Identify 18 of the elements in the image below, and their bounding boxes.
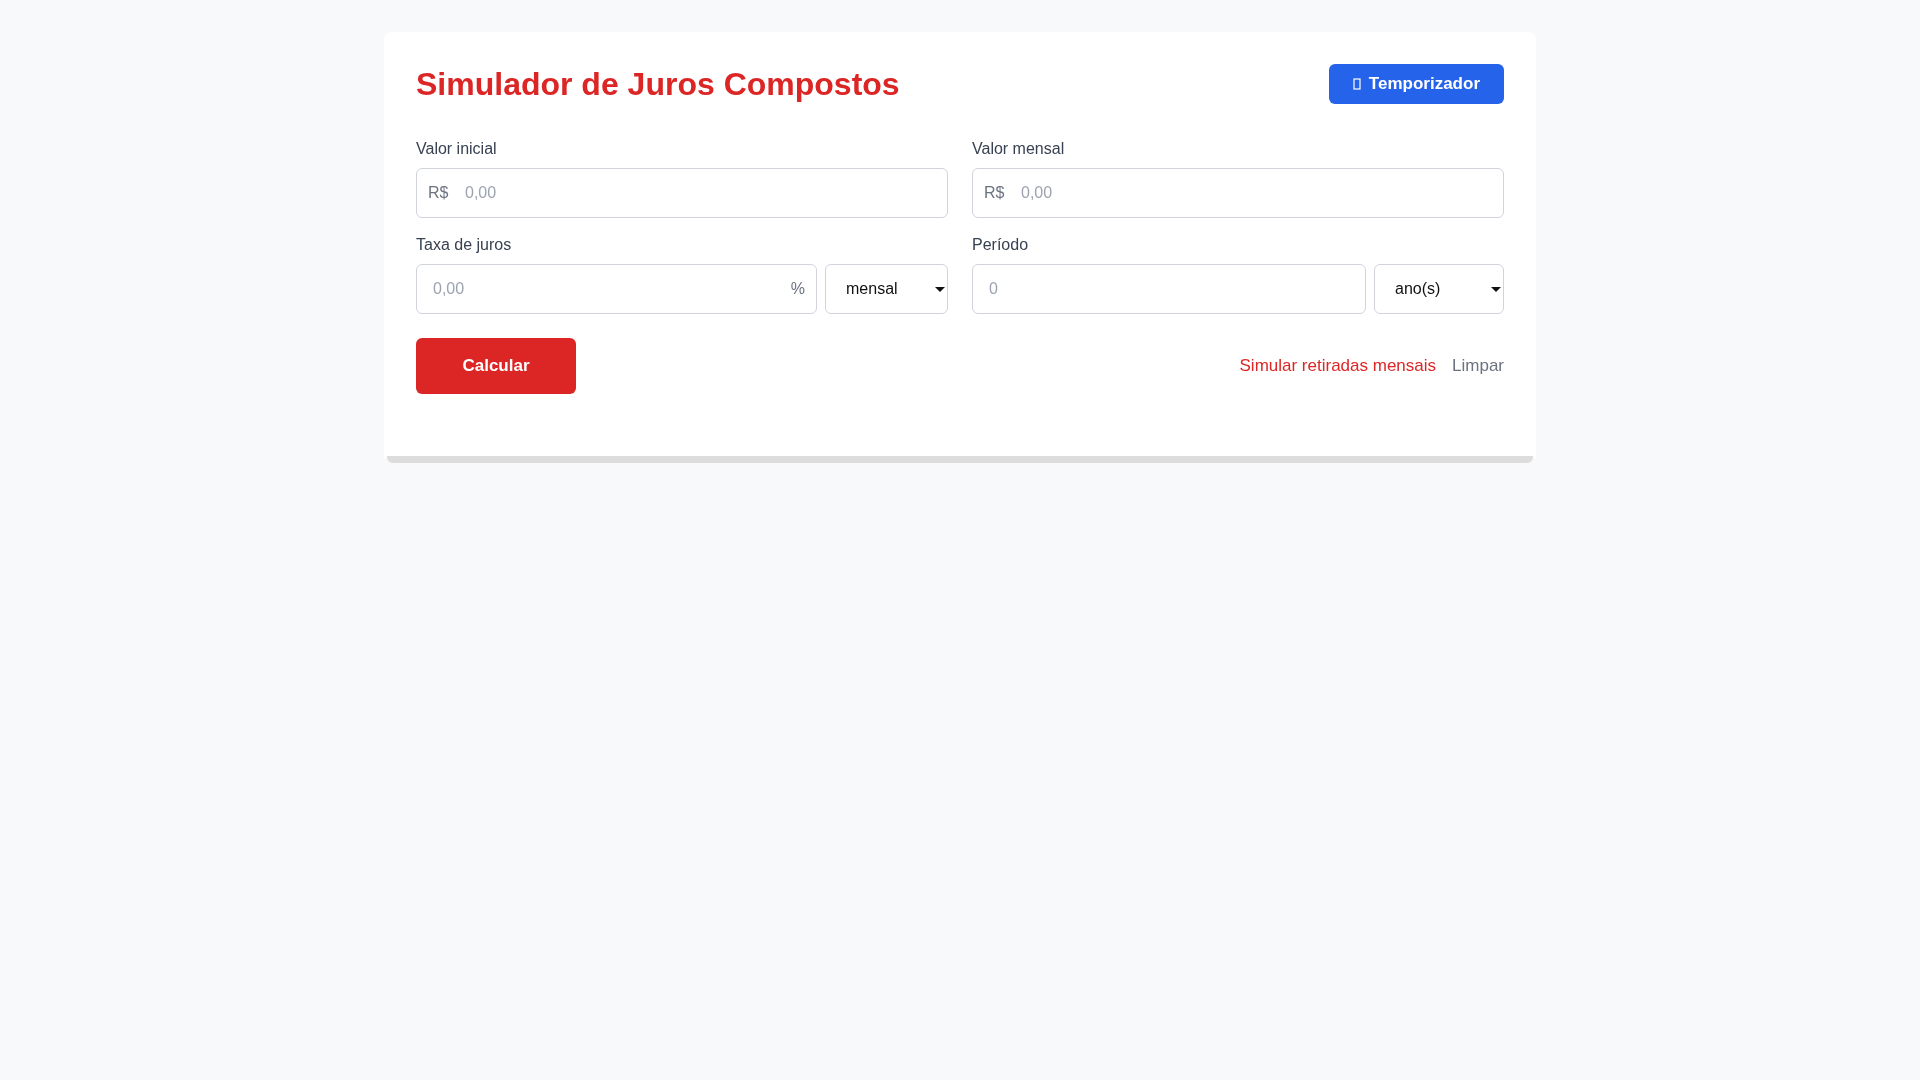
missing-glyph-icon xyxy=(1352,78,1361,90)
percent-suffix: % xyxy=(790,280,805,298)
caret-icon xyxy=(935,286,945,292)
text-link[interactable]: Simular retiradas mensais xyxy=(1239,356,1437,376)
unit-dropdown[interactable]: mensal xyxy=(825,264,948,314)
page-title: Simulador de Juros Compostos xyxy=(416,65,900,103)
field-label: Taxa de juros xyxy=(416,236,513,254)
field-label: Período xyxy=(972,236,1030,254)
currency-prefix: R$ xyxy=(984,184,1005,202)
field-label: Valor inicial xyxy=(416,140,498,158)
input-field[interactable]: 0 xyxy=(972,264,1366,314)
field-label: Valor mensal xyxy=(972,140,1066,158)
caret-icon xyxy=(1491,286,1501,292)
timer-button[interactable]: Temporizador xyxy=(1328,64,1504,104)
currency-prefix: R$ xyxy=(428,184,449,202)
calculate-button[interactable]: Calcular xyxy=(416,338,576,394)
unit-dropdown[interactable]: ano(s) xyxy=(1374,264,1504,314)
text-link[interactable]: Limpar xyxy=(1452,356,1504,376)
